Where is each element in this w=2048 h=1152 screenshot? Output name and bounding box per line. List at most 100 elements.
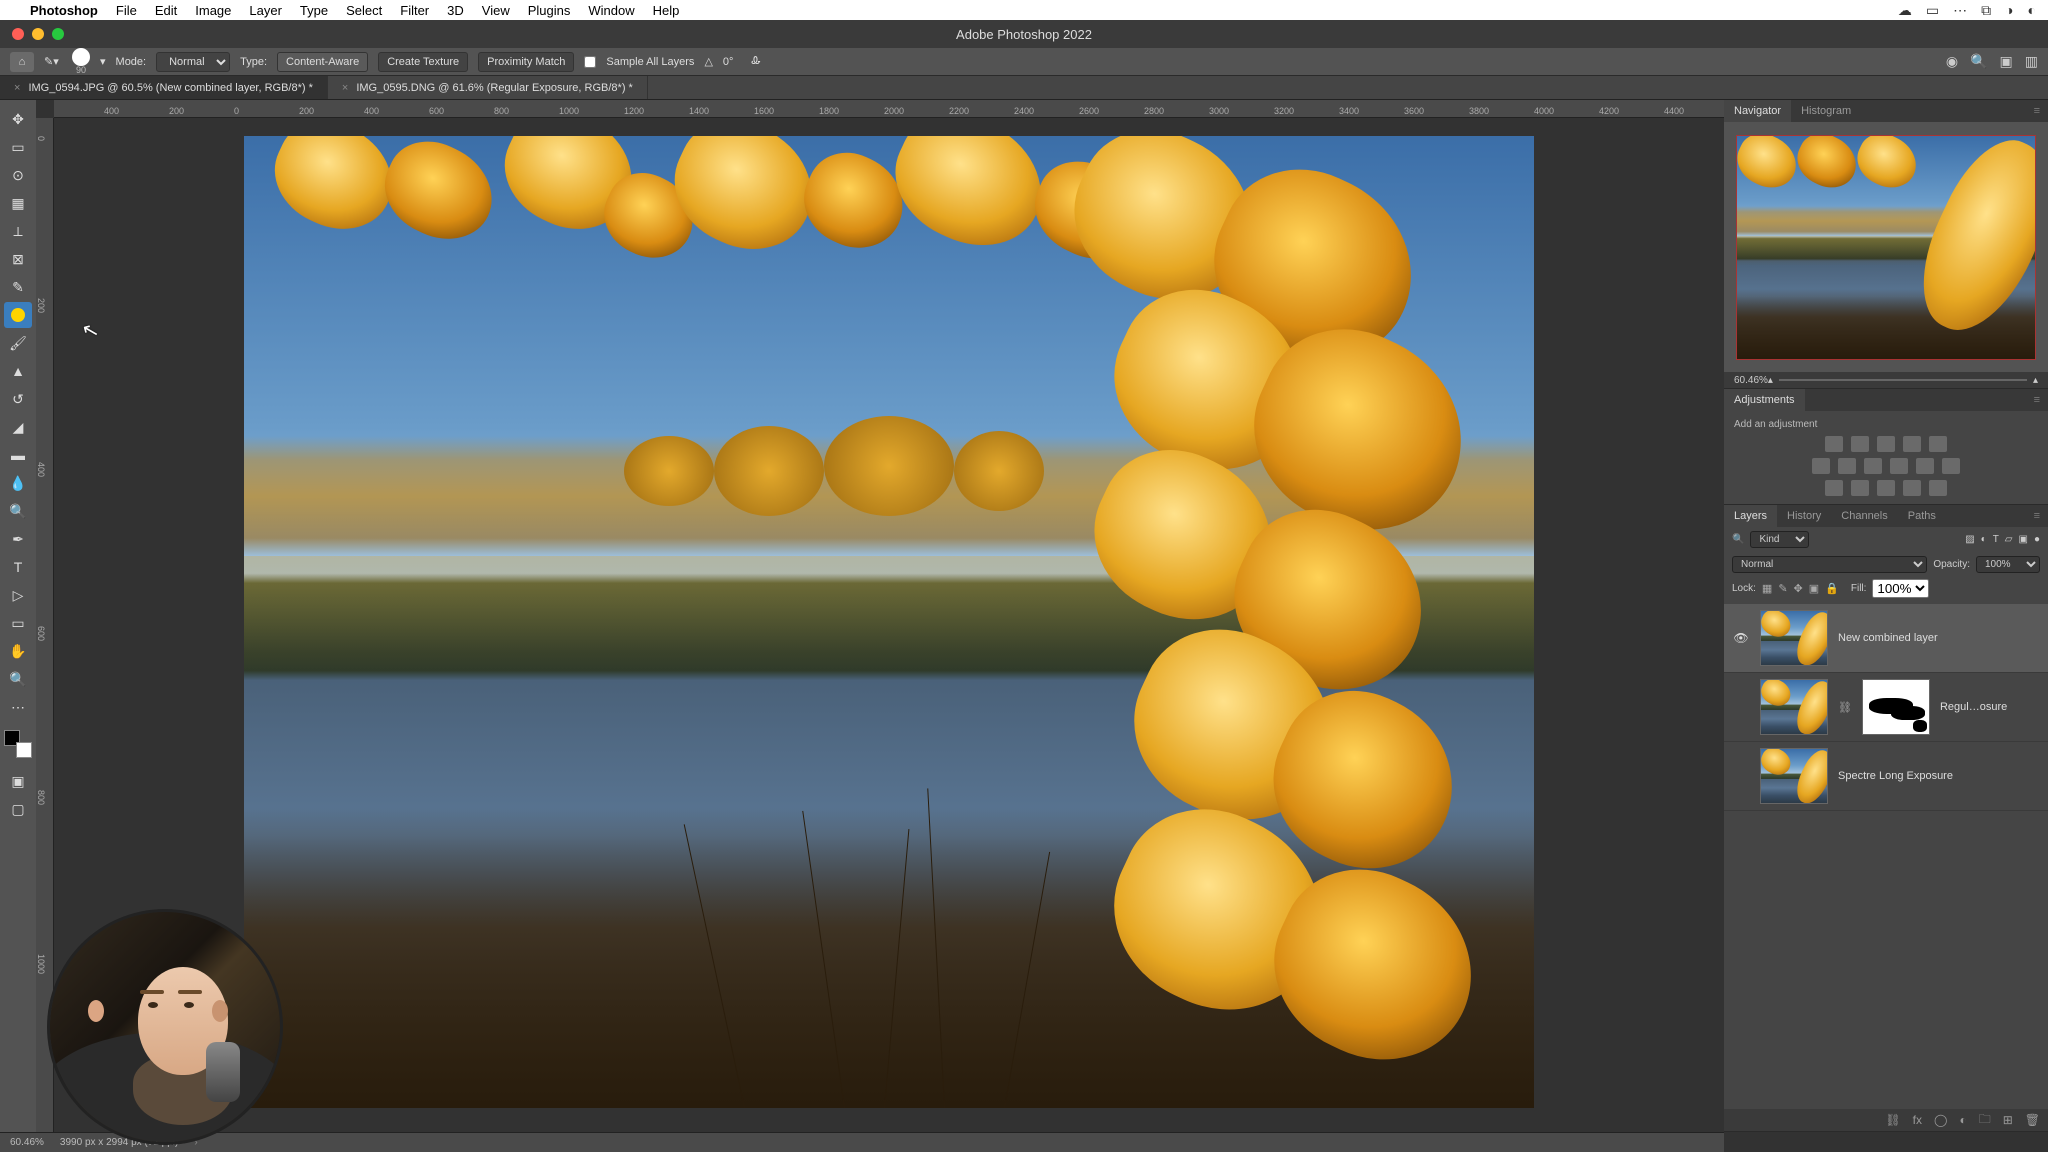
brush-tool[interactable]: 🖌: [4, 330, 32, 356]
layer-kind-filter[interactable]: Kind: [1750, 531, 1809, 548]
layer-thumbnail[interactable]: [1760, 679, 1828, 735]
document-image[interactable]: [244, 136, 1534, 1108]
layer-thumbnail[interactable]: [1760, 610, 1828, 666]
workspace-icon[interactable]: ▥: [2025, 53, 2038, 70]
cloud-docs-icon[interactable]: ◉: [1946, 53, 1958, 70]
invert-icon[interactable]: [1825, 480, 1843, 496]
macos-menubar[interactable]: Photoshop File Edit Image Layer Type Sel…: [0, 0, 2048, 20]
menu-3d[interactable]: 3D: [447, 3, 464, 18]
dodge-tool[interactable]: 🔍: [4, 498, 32, 524]
type-tool[interactable]: T: [4, 554, 32, 580]
panel-menu-icon[interactable]: ≡: [2026, 394, 2048, 406]
hand-tool[interactable]: ✋: [4, 638, 32, 664]
navigator-thumbnail[interactable]: [1724, 122, 2048, 372]
close-tab-icon[interactable]: ×: [14, 82, 20, 94]
menu-layer[interactable]: Layer: [249, 3, 282, 18]
mode-select[interactable]: Normal: [156, 52, 230, 72]
control-icon[interactable]: ◑: [2005, 2, 2013, 19]
panel-menu-icon[interactable]: ≡: [2026, 510, 2048, 522]
zoom-out-icon[interactable]: ▴: [1768, 375, 1773, 386]
blend-mode-select[interactable]: Normal: [1732, 556, 1927, 573]
visibility-icon[interactable]: 👁: [1732, 631, 1750, 645]
lock-artboard-icon[interactable]: ▣: [1809, 582, 1819, 595]
opacity-value[interactable]: 100%: [1976, 556, 2040, 573]
gradient-map-icon[interactable]: [1903, 480, 1921, 496]
tool-preset-icon[interactable]: ✎▾: [44, 55, 62, 68]
tab-channels[interactable]: Channels: [1831, 505, 1897, 527]
threshold-icon[interactable]: [1877, 480, 1895, 496]
color-swatches[interactable]: [4, 730, 32, 758]
levels-icon[interactable]: [1851, 436, 1869, 452]
brightness-icon[interactable]: [1825, 436, 1843, 452]
home-button[interactable]: ⌂: [10, 52, 34, 72]
wifi-icon[interactable]: ⧉: [1981, 2, 1991, 19]
spot-heal-tool[interactable]: [4, 302, 32, 328]
layer-row[interactable]: ⛓ Regul…osure: [1724, 673, 2048, 742]
path-select-tool[interactable]: ▷: [4, 582, 32, 608]
document-tab-2[interactable]: × IMG_0595.DNG @ 61.6% (Regular Exposure…: [328, 76, 648, 99]
menu-type[interactable]: Type: [300, 3, 328, 18]
eraser-tool[interactable]: ◢: [4, 414, 32, 440]
curves-icon[interactable]: [1877, 436, 1895, 452]
app-name[interactable]: Photoshop: [30, 3, 98, 18]
brush-preview[interactable]: [72, 48, 90, 66]
vibrance-icon[interactable]: [1929, 436, 1947, 452]
menu-window[interactable]: Window: [588, 3, 634, 18]
filter-shape-icon[interactable]: ▱: [2005, 534, 2013, 545]
tab-histogram[interactable]: Histogram: [1791, 100, 1861, 122]
status-zoom[interactable]: 60.46%: [10, 1137, 44, 1148]
lock-transparency-icon[interactable]: ▦: [1762, 582, 1772, 595]
panel-menu-icon[interactable]: ≡: [2026, 105, 2048, 117]
tab-history[interactable]: History: [1777, 505, 1831, 527]
close-window-button[interactable]: [12, 28, 24, 40]
filter-smart-icon[interactable]: ▣: [2019, 534, 2028, 545]
filter-type-icon[interactable]: T: [1993, 534, 1999, 545]
spotlight-icon[interactable]: ◐: [2028, 2, 2036, 19]
layer-fx-icon[interactable]: fx: [1913, 1113, 1922, 1127]
maximize-window-button[interactable]: [52, 28, 64, 40]
history-brush-tool[interactable]: ↺: [4, 386, 32, 412]
lock-position-icon[interactable]: ✥: [1794, 582, 1803, 595]
zoom-in-icon[interactable]: ▴: [2033, 375, 2038, 386]
color-balance-icon[interactable]: [1838, 458, 1856, 474]
menu-plugins[interactable]: Plugins: [528, 3, 571, 18]
menubar-status-icons[interactable]: ☁ ▭ ⋯ ⧉ ◑ ◐: [1898, 2, 2036, 19]
menu-select[interactable]: Select: [346, 3, 382, 18]
angle-value[interactable]: 0°: [723, 56, 734, 68]
lock-all-icon[interactable]: 🔒: [1825, 582, 1839, 595]
layer-row[interactable]: 👁 New combined layer: [1724, 604, 2048, 673]
zoom-slider[interactable]: [1779, 379, 2027, 381]
move-tool[interactable]: ✥: [4, 106, 32, 132]
minimize-window-button[interactable]: [32, 28, 44, 40]
close-tab-icon[interactable]: ×: [342, 82, 348, 94]
channel-mixer-icon[interactable]: [1916, 458, 1934, 474]
new-layer-icon[interactable]: ⊞: [2003, 1113, 2013, 1127]
selective-color-icon[interactable]: [1929, 480, 1947, 496]
hue-icon[interactable]: [1812, 458, 1830, 474]
layer-name[interactable]: New combined layer: [1838, 632, 1938, 644]
marquee-tool[interactable]: ▭: [4, 134, 32, 160]
horizontal-ruler[interactable]: 400 200 0 200 400 600 800 1000 1200 1400…: [54, 100, 1724, 118]
eyedropper-tool[interactable]: ✎: [4, 274, 32, 300]
pen-tool[interactable]: ✒: [4, 526, 32, 552]
create-texture-button[interactable]: Create Texture: [378, 52, 468, 72]
pressure-icon[interactable]: Ꮂ: [751, 55, 760, 68]
link-layers-icon[interactable]: ⛓: [1885, 1113, 1900, 1127]
content-aware-button[interactable]: Content-Aware: [277, 52, 368, 72]
lock-pixels-icon[interactable]: ✎: [1778, 582, 1787, 595]
exposure-icon[interactable]: [1903, 436, 1921, 452]
layer-row[interactable]: Spectre Long Exposure: [1724, 742, 2048, 811]
share-icon[interactable]: ▣: [2000, 53, 2013, 70]
filter-toggle-icon[interactable]: ●: [2034, 534, 2040, 545]
lasso-tool[interactable]: ⊙: [4, 162, 32, 188]
screenmode-tool[interactable]: ▢: [4, 796, 32, 822]
clone-stamp-tool[interactable]: ▲: [4, 358, 32, 384]
layer-mask-thumbnail[interactable]: [1862, 679, 1930, 735]
search-icon[interactable]: 🔍: [1970, 53, 1987, 70]
menu-edit[interactable]: Edit: [155, 3, 177, 18]
gradient-tool[interactable]: ▬: [4, 442, 32, 468]
traffic-lights[interactable]: [0, 28, 64, 40]
menu-image[interactable]: Image: [195, 3, 231, 18]
delete-layer-icon[interactable]: 🗑: [2025, 1113, 2040, 1127]
display-icon[interactable]: ▭: [1926, 2, 1939, 19]
